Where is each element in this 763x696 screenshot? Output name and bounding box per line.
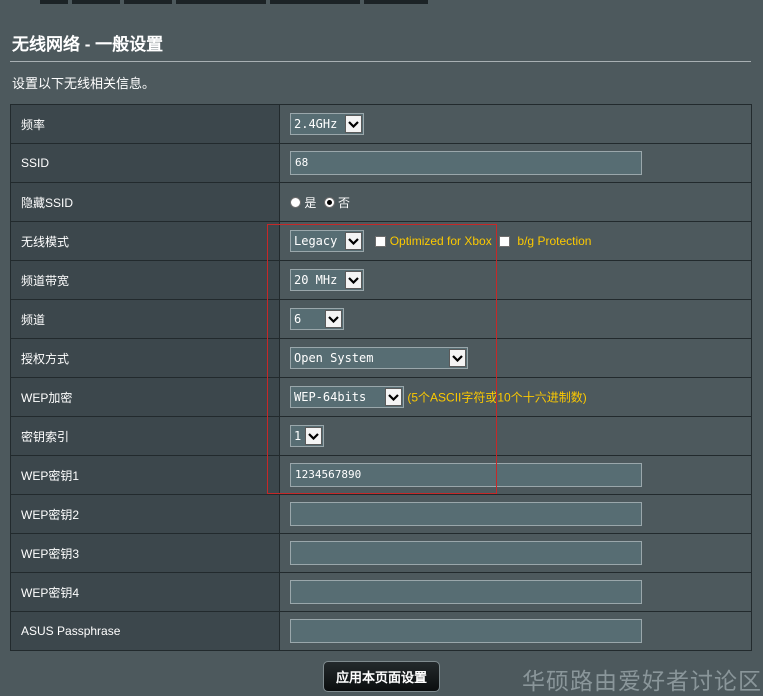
wep-key3-cell [279, 533, 752, 573]
top-tab[interactable] [72, 0, 120, 4]
passphrase-label: ASUS Passphrase [10, 611, 280, 651]
title-divider [10, 61, 751, 62]
hide-ssid-label: 隐藏SSID [10, 182, 280, 222]
ssid-input[interactable]: 68 [290, 151, 642, 175]
row-auth-method: 授权方式 Open System [10, 338, 752, 378]
channel-bandwidth-value: 20 MHz [294, 273, 338, 287]
channel-value: 6 [294, 312, 302, 326]
wep-key3-label: WEP密钥3 [10, 533, 280, 573]
auth-method-value: Open System [294, 351, 374, 365]
wep-encryption-hint: (5个ASCII字符或10个十六进制数) [407, 390, 587, 405]
ssid-cell: 68 [279, 143, 752, 183]
band-label: 频率 [10, 104, 280, 144]
apply-settings-button[interactable]: 应用本页面设置 [323, 661, 440, 692]
row-key-index: 密钥索引 1 [10, 416, 752, 456]
band-select[interactable]: 2.4GHz [290, 113, 364, 135]
band-cell: 2.4GHz [279, 104, 752, 144]
xbox-checkbox[interactable] [375, 235, 387, 247]
wireless-mode-value: Legacy [294, 234, 338, 248]
top-tab[interactable] [270, 0, 360, 4]
auth-method-cell: Open System [279, 338, 752, 378]
chevron-down-icon [449, 349, 466, 367]
channel-select[interactable]: 6 [290, 308, 344, 330]
hide-ssid-no-label: 否 [338, 195, 351, 210]
channel-bandwidth-label: 频道带宽 [10, 260, 280, 300]
row-wireless-mode: 无线模式 Legacy Optimized for Xbox b/g Prote… [10, 221, 752, 261]
row-channel: 频道 6 [10, 299, 752, 339]
top-tab[interactable] [364, 0, 428, 4]
wep-key4-cell [279, 572, 752, 612]
bg-protection-checkbox[interactable] [499, 235, 511, 247]
channel-cell: 6 [279, 299, 752, 339]
wep-key2-label: WEP密钥2 [10, 494, 280, 534]
chevron-down-icon [305, 427, 322, 445]
xbox-label: Optimized for Xbox [389, 234, 492, 248]
row-band: 频率 2.4GHz [10, 104, 752, 144]
passphrase-cell [279, 611, 752, 651]
settings-table: 频率 2.4GHz SSID 68 隐藏SSID 是 否 无线模式 Legacy [10, 104, 752, 651]
ssid-label: SSID [10, 143, 280, 183]
chevron-down-icon [385, 388, 402, 406]
bg-protection-label: b/g Protection [517, 234, 592, 248]
top-tab[interactable] [176, 0, 266, 4]
chevron-down-icon [345, 115, 362, 133]
row-passphrase: ASUS Passphrase [10, 611, 752, 651]
top-tab[interactable] [40, 0, 68, 4]
key-index-value: 1 [294, 429, 302, 443]
wireless-mode-label: 无线模式 [10, 221, 280, 261]
wep-key4-input[interactable] [290, 580, 642, 604]
top-tab[interactable] [124, 0, 172, 4]
wep-key1-label: WEP密钥1 [10, 455, 280, 495]
auth-method-label: 授权方式 [10, 338, 280, 378]
row-ssid: SSID 68 [10, 143, 752, 183]
chevron-down-icon [325, 310, 342, 328]
wireless-mode-cell: Legacy Optimized for Xbox b/g Protection [279, 221, 752, 261]
auth-method-select[interactable]: Open System [290, 347, 468, 369]
channel-bandwidth-select[interactable]: 20 MHz [290, 269, 364, 291]
channel-label: 频道 [10, 299, 280, 339]
row-wep-key1: WEP密钥1 1234567890 [10, 455, 752, 495]
row-hide-ssid: 隐藏SSID 是 否 [10, 182, 752, 222]
top-tab-strip [0, 0, 763, 4]
page-title: 无线网络 - 一般设置 [12, 35, 164, 54]
wep-encryption-cell: WEP-64bits (5个ASCII字符或10个十六进制数) [279, 377, 752, 417]
page-description: 设置以下无线相关信息。 [12, 76, 156, 91]
row-wep-encryption: WEP加密 WEP-64bits (5个ASCII字符或10个十六进制数) [10, 377, 752, 417]
hide-ssid-yes-radio[interactable] [290, 196, 301, 208]
wep-key2-cell [279, 494, 752, 534]
row-channel-bandwidth: 频道带宽 20 MHz [10, 260, 752, 300]
hide-ssid-yes-label: 是 [304, 195, 317, 210]
key-index-cell: 1 [279, 416, 752, 456]
passphrase-input[interactable] [290, 619, 642, 643]
key-index-label: 密钥索引 [10, 416, 280, 456]
wep-encryption-value: WEP-64bits [294, 390, 367, 404]
wep-key1-input[interactable]: 1234567890 [290, 463, 642, 487]
wep-encryption-select[interactable]: WEP-64bits [290, 386, 404, 408]
wireless-mode-select[interactable]: Legacy [290, 230, 364, 252]
key-index-select[interactable]: 1 [290, 425, 324, 447]
row-wep-key3: WEP密钥3 [10, 533, 752, 573]
wep-key2-input[interactable] [290, 502, 642, 526]
wep-key3-input[interactable] [290, 541, 642, 565]
row-wep-key2: WEP密钥2 [10, 494, 752, 534]
wep-key4-label: WEP密钥4 [10, 572, 280, 612]
chevron-down-icon [345, 232, 362, 250]
wep-key1-cell: 1234567890 [279, 455, 752, 495]
hide-ssid-cell: 是 否 [279, 182, 752, 222]
hide-ssid-no-radio[interactable] [323, 196, 335, 208]
forum-watermark: 华硕路由爱好者讨论区 [522, 668, 762, 694]
channel-bandwidth-cell: 20 MHz [279, 260, 752, 300]
row-wep-key4: WEP密钥4 [10, 572, 752, 612]
wep-encryption-label: WEP加密 [10, 377, 280, 417]
chevron-down-icon [345, 271, 362, 289]
band-select-value: 2.4GHz [294, 117, 338, 131]
